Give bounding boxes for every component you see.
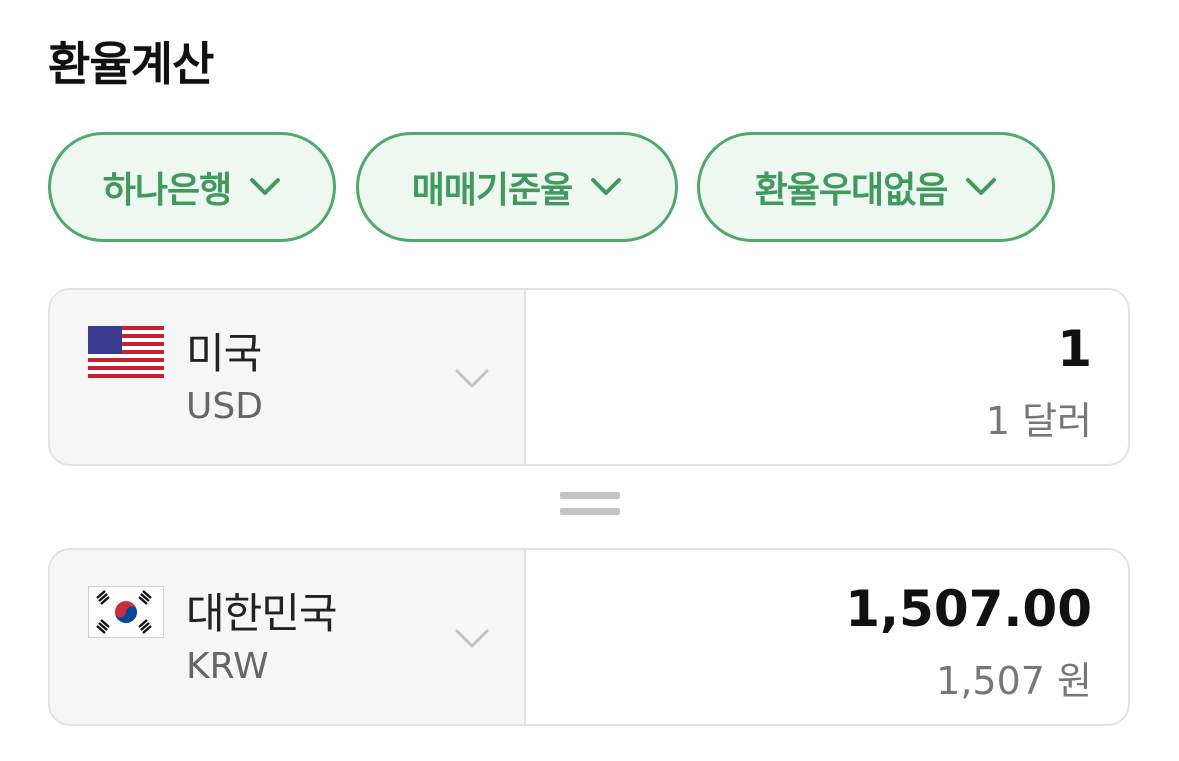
from-currency-code: USD xyxy=(186,386,263,427)
from-amount-text: 1 달러 xyxy=(985,399,1092,443)
page-title: 환율계산 xyxy=(48,37,214,91)
rate-type-filter-label: 매매기준율 xyxy=(411,170,574,211)
to-currency-selector[interactable]: 대한민국 KRW xyxy=(50,550,526,724)
preferential-rate-filter-chip[interactable]: 환율우대없음 xyxy=(697,132,1055,242)
chevron-down-icon xyxy=(455,369,489,388)
equals-icon xyxy=(560,492,620,522)
from-currency-card: 미국 USD 1 1 달러 xyxy=(48,288,1130,466)
rate-type-filter-chip[interactable]: 매매기준율 xyxy=(356,132,678,242)
us-flag-icon xyxy=(88,326,164,378)
from-currency-selector[interactable]: 미국 USD xyxy=(50,290,526,464)
kr-flag-icon xyxy=(88,586,164,638)
chevron-down-icon xyxy=(966,178,997,195)
from-amount-input[interactable]: 1 xyxy=(1057,320,1092,378)
bank-filter-label: 하나은행 xyxy=(102,170,232,211)
chevron-down-icon xyxy=(591,178,622,195)
from-country-name: 미국 xyxy=(186,329,262,378)
to-currency-code: KRW xyxy=(186,646,269,687)
chevron-down-icon xyxy=(250,178,281,195)
to-country-name: 대한민국 xyxy=(186,589,338,638)
chevron-down-icon xyxy=(455,629,489,648)
to-amount-input[interactable]: 1,507.00 xyxy=(845,580,1092,638)
preferential-rate-filter-label: 환율우대없음 xyxy=(754,170,949,211)
to-amount-text: 1,507 원 xyxy=(936,659,1092,703)
bank-filter-chip[interactable]: 하나은행 xyxy=(48,132,336,242)
to-currency-card: 대한민국 KRW 1,507.00 1,507 원 xyxy=(48,548,1130,726)
